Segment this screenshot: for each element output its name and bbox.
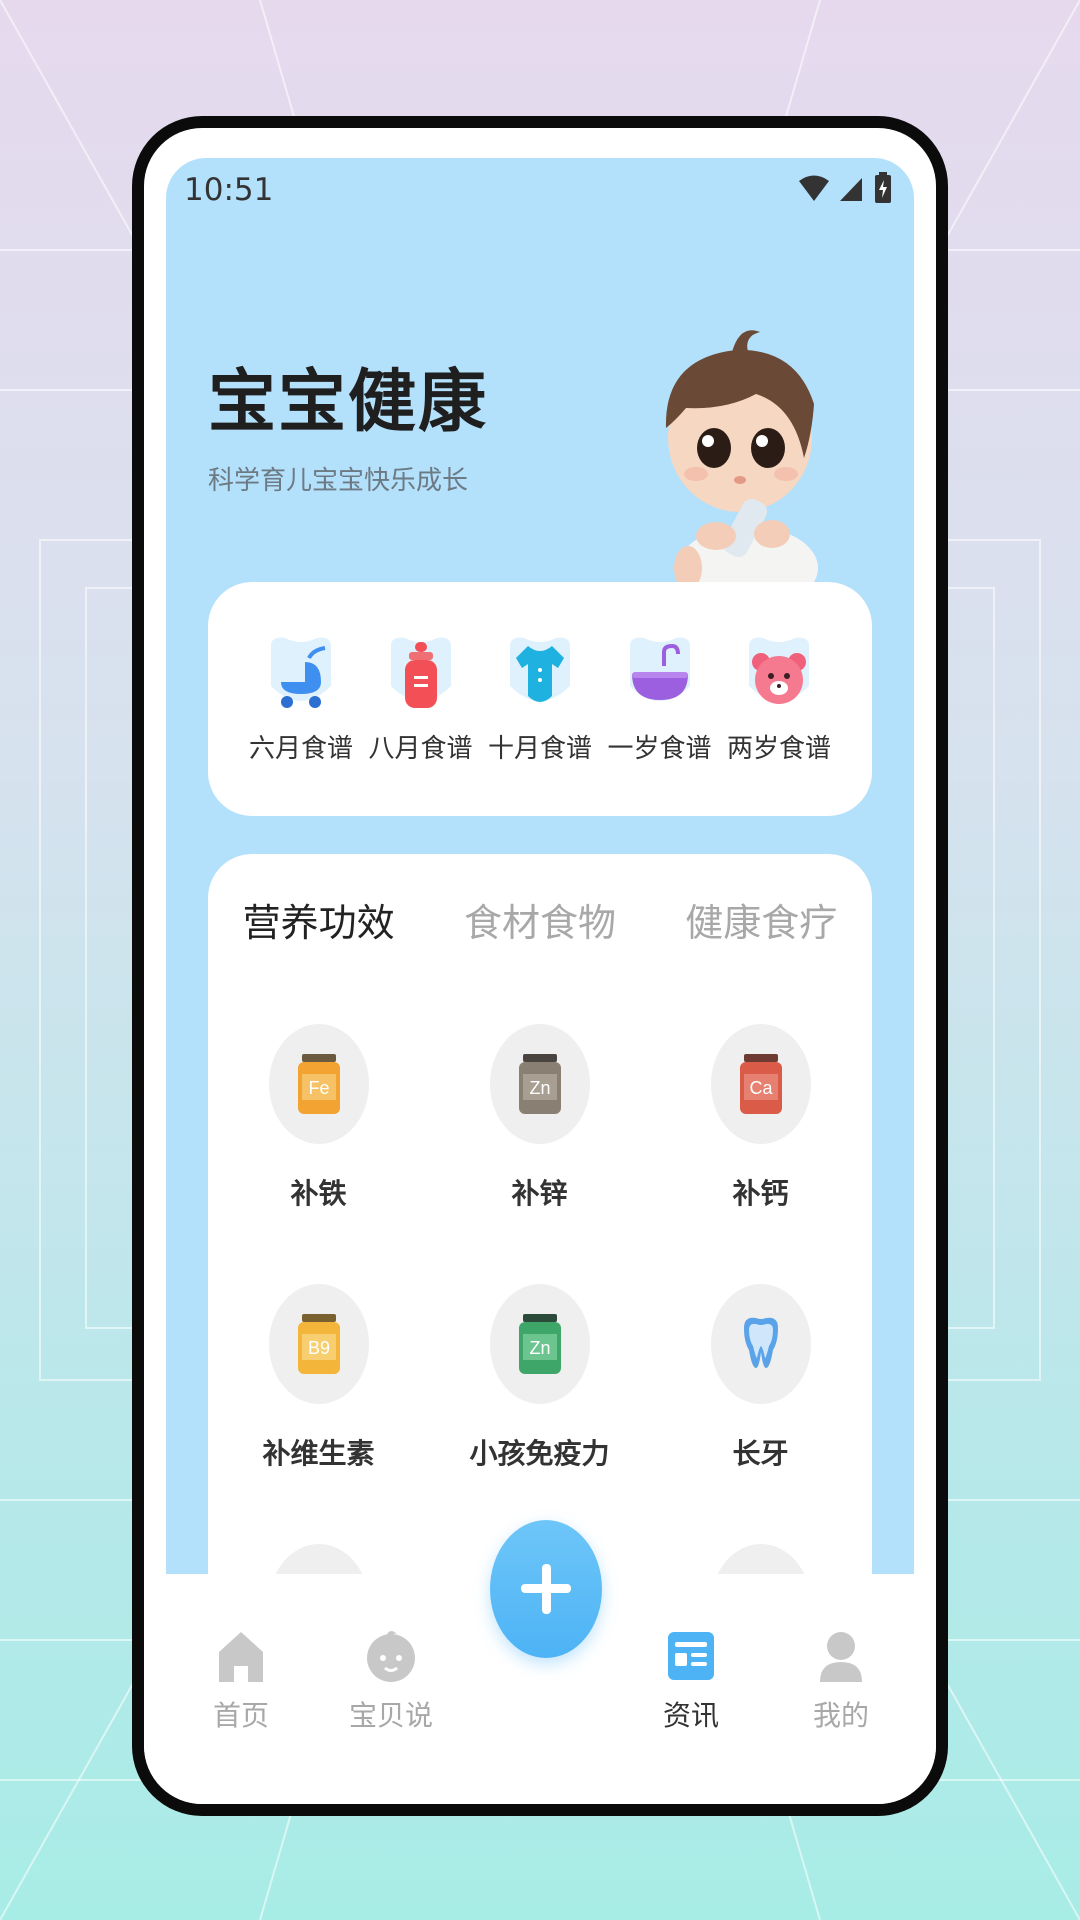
recipe-label: 十月食谱 xyxy=(487,734,592,764)
iron-supplement-icon: Fe xyxy=(298,1054,340,1114)
recipes-row: 六月食谱 八月食谱 十月食谱 一岁食谱 两岁食谱 xyxy=(246,636,834,765)
recipe-label: 六月食谱 xyxy=(248,734,353,764)
nav-label: 宝贝说 xyxy=(348,1699,433,1732)
phone-screen: 10:51 宝宝健康 科学育儿宝宝快乐成长 六月食谱 八月食谱 十月食谱 一岁食… xyxy=(144,128,936,1804)
home-icon xyxy=(219,1632,263,1682)
nutrition-item-zinc[interactable]: Zn 补锌 xyxy=(429,1024,650,1284)
nav-item-baby-talk[interactable]: 宝贝说 xyxy=(331,1628,451,1734)
nav-item-home[interactable]: 首页 xyxy=(181,1628,301,1734)
item-icon-bg: Ca xyxy=(711,1024,811,1144)
status-time: 10:51 xyxy=(184,172,274,208)
zinc-supplement-icon: Zn xyxy=(519,1054,561,1114)
item-icon-bg xyxy=(711,1284,811,1404)
item-icon-bg: Zn xyxy=(490,1284,590,1404)
recipe-six-months[interactable]: 六月食谱 xyxy=(246,636,356,765)
recipe-one-year[interactable]: 一岁食谱 xyxy=(605,636,715,765)
nav-label: 资讯 xyxy=(662,1699,719,1732)
add-button[interactable] xyxy=(490,1520,602,1658)
recipes-card: 六月食谱 八月食谱 十月食谱 一岁食谱 两岁食谱 xyxy=(208,582,872,816)
stroller-icon xyxy=(271,637,331,708)
nutrition-card: 营养功效 食材食物 健康食疗 Fe 补铁 Zn 补锌 Ca 补钙 B9 补维生素… xyxy=(208,854,872,1598)
baby-illustration xyxy=(665,330,818,608)
item-icon-bg: Zn xyxy=(490,1024,590,1144)
item-label: 长牙 xyxy=(732,1437,789,1470)
category-tabs: 营养功效 食材食物 健康食疗 xyxy=(208,892,872,947)
phone-frame: 10:51 宝宝健康 科学育儿宝宝快乐成长 六月食谱 八月食谱 十月食谱 一岁食… xyxy=(132,116,948,1816)
nutrition-item-calcium[interactable]: Ca 补钙 xyxy=(650,1024,871,1284)
vitamin-supplement-icon: B9 xyxy=(298,1314,340,1374)
status-icons xyxy=(798,172,892,204)
badge-text: Zn xyxy=(529,1338,550,1358)
item-label: 补钙 xyxy=(732,1177,789,1210)
item-label: 小孩免疫力 xyxy=(469,1437,610,1470)
signal-icon xyxy=(840,178,862,201)
nutrition-item-immunity[interactable]: Zn 小孩免疫力 xyxy=(429,1284,650,1544)
nutrition-item-iron[interactable]: Fe 补铁 xyxy=(208,1024,429,1284)
item-label: 补维生素 xyxy=(262,1437,375,1470)
recipe-label: 八月食谱 xyxy=(368,734,473,764)
recipe-eight-months[interactable]: 八月食谱 xyxy=(366,636,476,765)
bottom-navigation: 首页 宝贝说 资讯 我的 xyxy=(144,1520,936,1804)
wifi-icon xyxy=(799,175,829,201)
battery-icon xyxy=(875,172,891,203)
immunity-supplement-icon: Zn xyxy=(519,1314,561,1374)
profile-icon xyxy=(820,1632,862,1682)
badge-text: Ca xyxy=(749,1078,773,1098)
tab-ingredients[interactable]: 食材食物 xyxy=(429,892,650,947)
status-bar: 10:51 xyxy=(166,158,914,228)
calcium-supplement-icon: Ca xyxy=(740,1054,782,1114)
recipe-two-years[interactable]: 两岁食谱 xyxy=(724,636,834,765)
recipe-ten-months[interactable]: 十月食谱 xyxy=(485,636,595,765)
tooth-icon xyxy=(744,1317,778,1368)
nutrition-item-teething[interactable]: 长牙 xyxy=(650,1284,871,1544)
item-icon-bg: Fe xyxy=(269,1024,369,1144)
nutrition-item-vitamin[interactable]: B9 补维生素 xyxy=(208,1284,429,1544)
recipe-label: 两岁食谱 xyxy=(726,734,831,764)
page-title: 宝宝健康 xyxy=(208,363,489,442)
app-content: 10:51 宝宝健康 科学育儿宝宝快乐成长 六月食谱 八月食谱 十月食谱 一岁食… xyxy=(166,158,914,1598)
recipe-label: 一岁食谱 xyxy=(607,734,712,764)
nav-item-news[interactable]: 资讯 xyxy=(631,1628,751,1734)
nav-item-profile[interactable]: 我的 xyxy=(781,1628,901,1734)
teddy-bear-icon xyxy=(749,637,809,704)
baby-bottle-icon xyxy=(390,637,451,708)
badge-text: Zn xyxy=(529,1078,550,1098)
badge-text: B9 xyxy=(308,1338,330,1358)
tab-nutrition-effects[interactable]: 营养功效 xyxy=(208,892,429,947)
nav-label: 我的 xyxy=(812,1699,869,1732)
tab-food-therapy[interactable]: 健康食疗 xyxy=(651,892,872,947)
page-subtitle: 科学育儿宝宝快乐成长 xyxy=(208,466,469,496)
item-icon-bg: B9 xyxy=(269,1284,369,1404)
nav-label: 首页 xyxy=(212,1699,269,1732)
plus-icon xyxy=(521,1564,571,1614)
news-icon xyxy=(668,1632,714,1680)
item-label: 补锌 xyxy=(511,1177,568,1210)
item-label: 补铁 xyxy=(290,1177,347,1210)
badge-text: Fe xyxy=(308,1078,329,1098)
onesie-icon xyxy=(510,637,570,702)
bathtub-icon xyxy=(629,637,690,701)
baby-face-icon xyxy=(367,1631,415,1682)
